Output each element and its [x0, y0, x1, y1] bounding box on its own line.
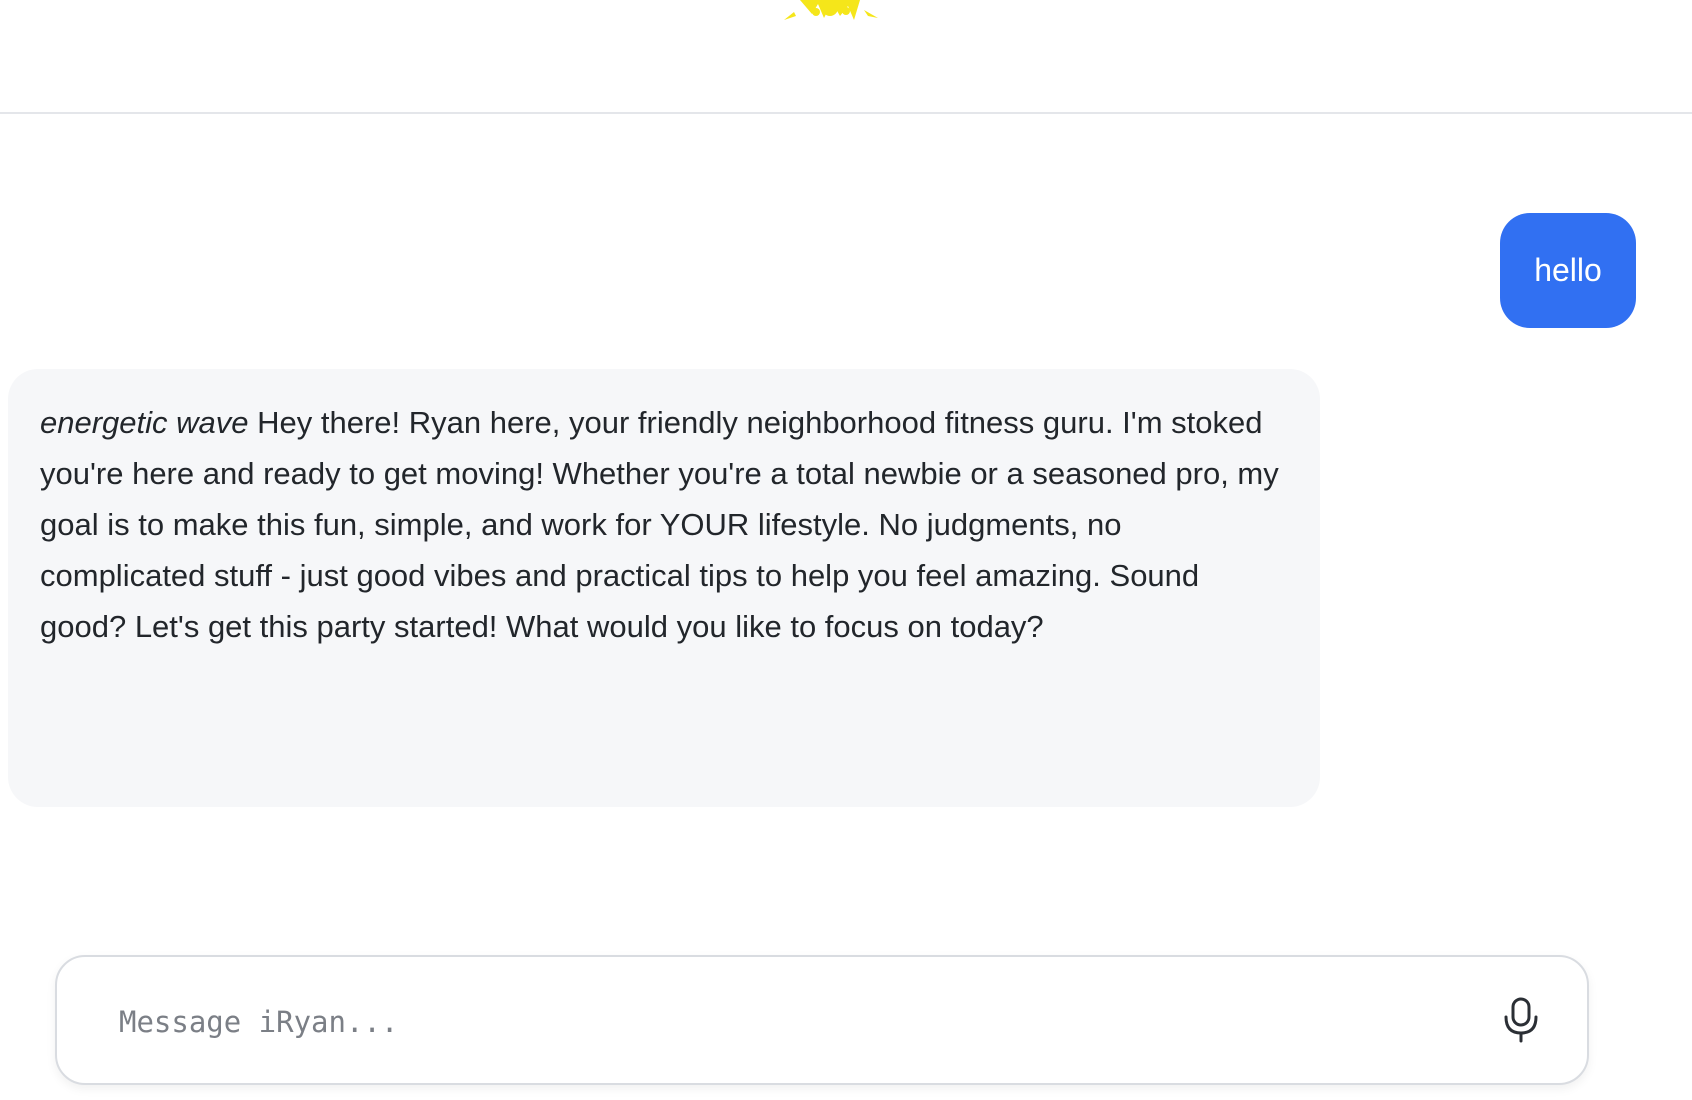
assistant-action-text: energetic wave [40, 405, 249, 440]
header [0, 0, 1692, 114]
chat-app: hello energetic wave Hey there! Ryan her… [0, 0, 1692, 1100]
yellow-splash-logo-icon [784, 0, 878, 20]
assistant-message-text: Hey there! Ryan here, your friendly neig… [40, 405, 1279, 644]
user-message-bubble: hello [1500, 213, 1636, 328]
message-composer [55, 955, 1589, 1085]
message-input[interactable] [117, 991, 1441, 1053]
chat-thread: hello energetic wave Hey there! Ryan her… [0, 116, 1692, 946]
assistant-message-bubble: energetic wave Hey there! Ryan here, you… [8, 369, 1320, 807]
user-message-text: hello [1534, 252, 1602, 288]
microphone-icon[interactable] [1501, 997, 1541, 1043]
